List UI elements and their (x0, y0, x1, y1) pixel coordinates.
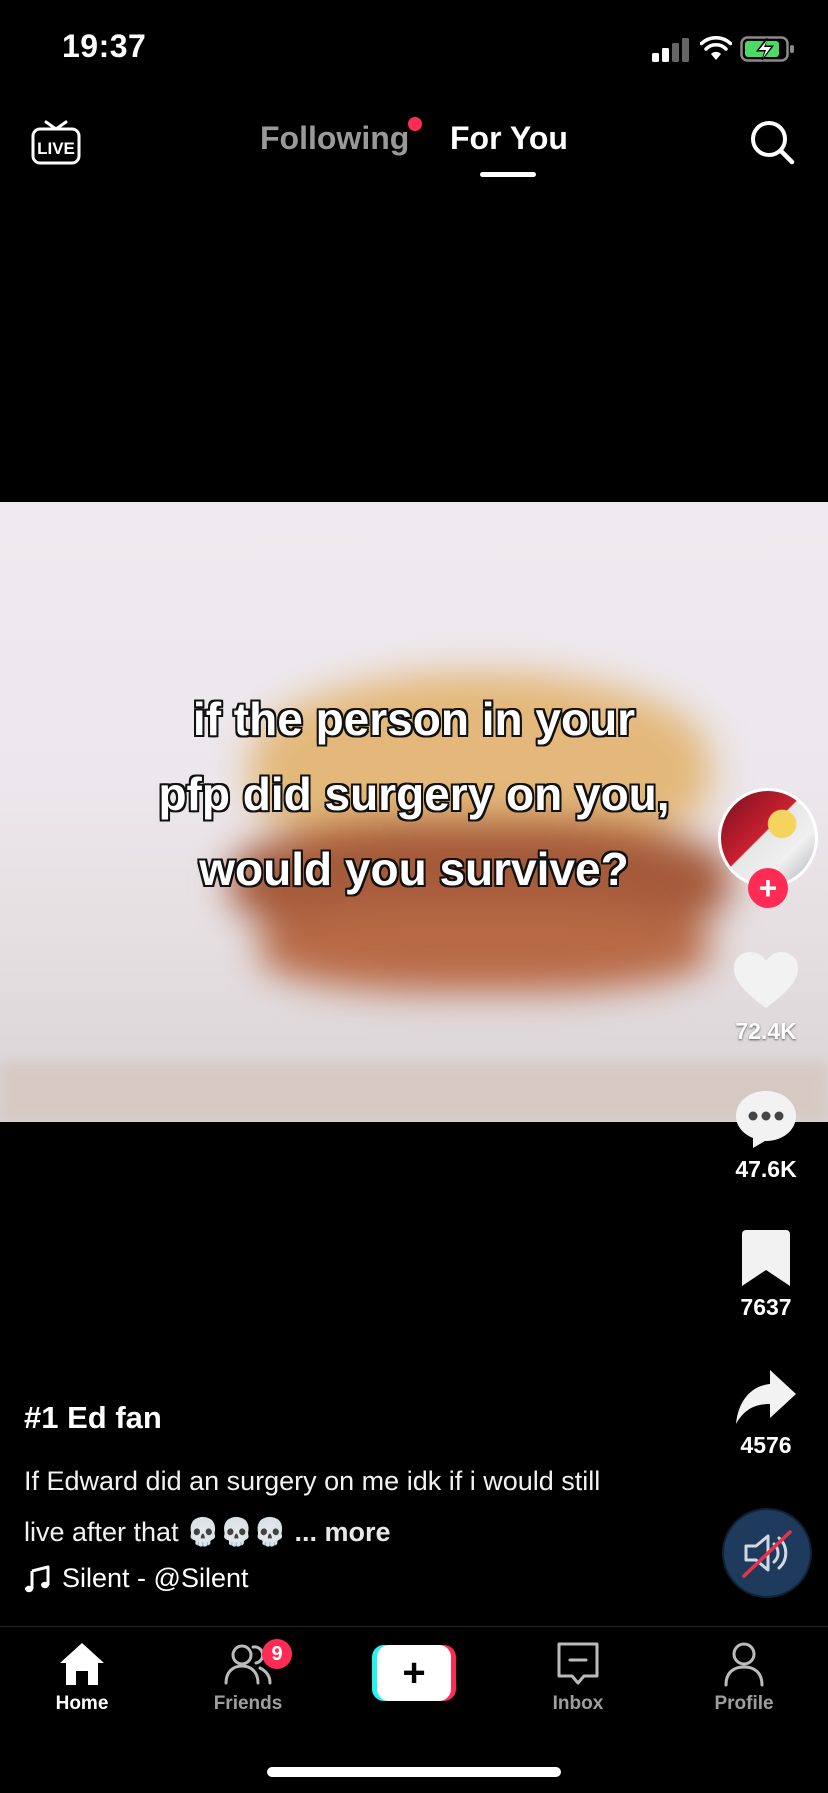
music-note-icon (25, 1565, 50, 1592)
nav-label: Inbox (552, 1693, 604, 1714)
overlay-text-line: if the person in your (192, 693, 636, 745)
video-caption: #1 Ed fan If Edward did an surgery on me… (24, 1400, 624, 1558)
heart-icon (734, 952, 798, 1008)
comment-count: 47.6K (735, 1156, 797, 1182)
muted-sound-button[interactable] (724, 1510, 810, 1596)
like-button[interactable]: 72.4K (706, 950, 826, 1045)
inbox-icon (557, 1642, 599, 1685)
follow-button[interactable]: + (748, 868, 788, 908)
top-navigation: LIVE Following For You (0, 100, 828, 190)
home-indicator[interactable] (267, 1767, 561, 1777)
notification-badge: 9 (262, 1639, 292, 1669)
home-icon (60, 1643, 104, 1685)
tab-for-you[interactable]: For You (450, 120, 568, 157)
comment-icon (736, 1091, 796, 1148)
battery-charging-icon (740, 36, 794, 62)
speaker-muted-icon (742, 1530, 792, 1578)
caption-text[interactable]: If Edward did an surgery on me idk if i … (24, 1456, 624, 1558)
plus-icon: + (377, 1645, 451, 1701)
following-notification-dot (408, 117, 422, 131)
sound-name: Silent - @Silent (62, 1563, 249, 1593)
overlay-text-line: would you survive? (199, 843, 629, 895)
create-button[interactable]: + (372, 1645, 456, 1701)
nav-label: Home (55, 1693, 109, 1714)
status-bar: 19:37 (0, 0, 828, 100)
author-name[interactable]: #1 Ed fan (24, 1400, 624, 1436)
blurred-tray (0, 1062, 828, 1122)
tab-following[interactable]: Following (260, 120, 409, 157)
nav-home[interactable]: Home (22, 1639, 142, 1715)
overlay-text-line: pfp did surgery on you, (158, 768, 670, 820)
share-arrow-icon (736, 1370, 796, 1424)
nav-inbox[interactable]: Inbox (518, 1639, 638, 1715)
video-player[interactable]: if the person in your pfp did surgery on… (0, 502, 828, 1122)
cellular-signal-icon (652, 38, 689, 62)
more-link[interactable]: ... more (294, 1517, 390, 1547)
video-overlay-text: if the person in your pfp did surgery on… (0, 682, 828, 907)
wifi-icon (700, 36, 732, 60)
sound-info[interactable]: Silent - @Silent (24, 1563, 248, 1594)
bookmark-icon (742, 1230, 790, 1286)
search-icon[interactable] (748, 118, 796, 166)
share-button[interactable]: 4576 (706, 1368, 826, 1459)
live-label: LIVE (37, 139, 75, 158)
nav-label: Friends (213, 1693, 283, 1714)
nav-label: Profile (714, 1693, 774, 1714)
active-tab-indicator (480, 172, 536, 177)
share-count: 4576 (740, 1432, 792, 1458)
save-button[interactable]: 7637 (706, 1228, 826, 1321)
comment-button[interactable]: 47.6K (706, 1088, 826, 1183)
status-time: 19:37 (62, 28, 147, 64)
save-count: 7637 (740, 1294, 792, 1320)
nav-friends[interactable]: Friends 9 (188, 1639, 308, 1715)
nav-profile[interactable]: Profile (684, 1639, 804, 1715)
like-count: 72.4K (735, 1018, 797, 1044)
profile-icon (724, 1642, 764, 1687)
live-icon[interactable]: LIVE (30, 118, 82, 168)
